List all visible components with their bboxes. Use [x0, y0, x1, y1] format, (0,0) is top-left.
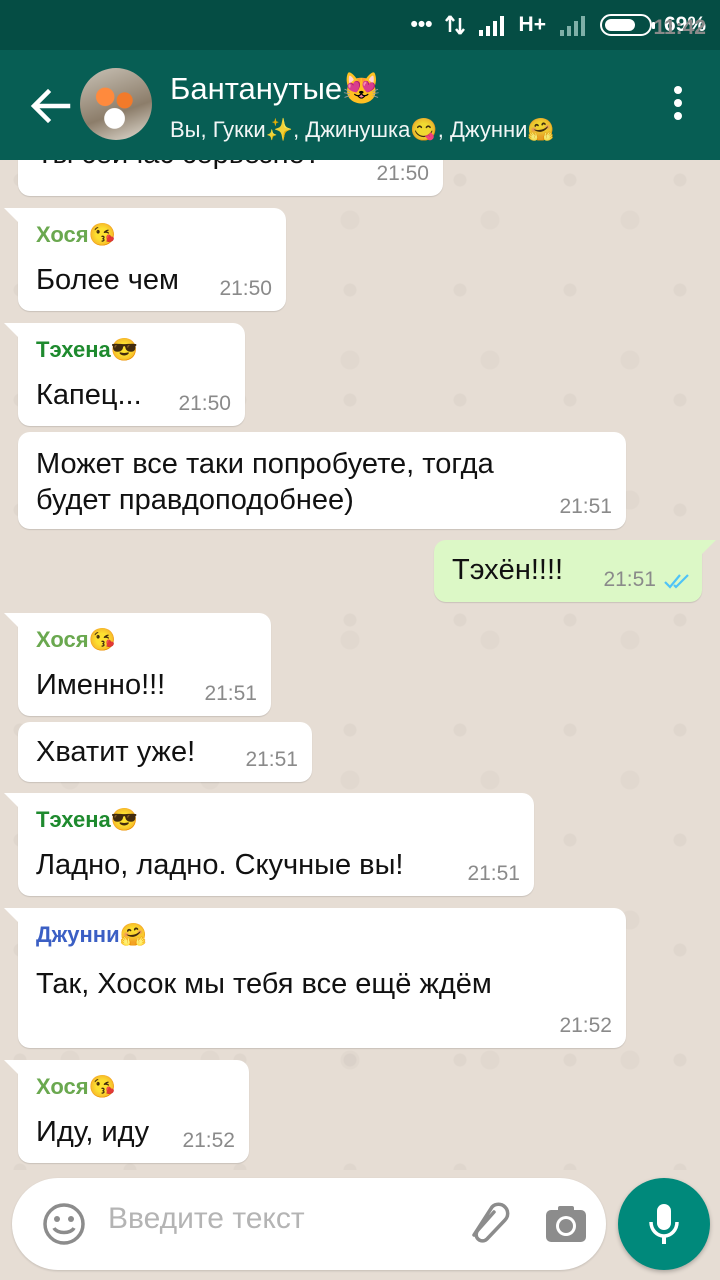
group-avatar[interactable] — [80, 68, 152, 140]
sender-name: Хося😘 — [36, 222, 116, 247]
chat-header: Бантанутые😻 Вы, Гукки✨, Джинушка😋, Джунн… — [0, 50, 720, 160]
message-time: 21:50 — [376, 162, 429, 185]
battery-icon — [599, 14, 655, 36]
message-bubble[interactable]: Ты сейчас серьезно? 21:50 — [18, 160, 443, 196]
message-bubble[interactable]: Хватит уже! 21:51 — [18, 722, 312, 782]
message-time: 21:50 — [219, 277, 272, 300]
message-composer[interactable]: Введите текст — [12, 1178, 606, 1270]
emoji-icon[interactable] — [40, 1200, 88, 1248]
message-time: 21:52 — [559, 1014, 612, 1037]
sender-name: Хося😘 — [36, 627, 116, 652]
back-arrow-icon[interactable] — [28, 84, 72, 128]
message-time: 21:51 — [559, 495, 612, 518]
message-text: Тэхён!!!! — [452, 554, 564, 586]
network-type: H+ — [518, 13, 546, 36]
message-text: Иду, иду — [36, 1116, 150, 1148]
more-vert-icon[interactable] — [672, 86, 684, 126]
message-bubble[interactable]: Хося😘 Более чем 21:50 — [4, 208, 286, 311]
message-time: 21:51 — [603, 568, 656, 591]
message-time: 21:51 — [245, 748, 298, 771]
message-text: Хватит уже! — [36, 736, 196, 768]
chat-title[interactable]: Бантанутые😻 — [170, 70, 381, 107]
mic-button[interactable] — [618, 1178, 710, 1270]
message-bubble[interactable]: Хося😘 Иду, иду 21:52 — [4, 1060, 249, 1163]
message-bubble[interactable]: Хося😘 Именно!!! 21:51 — [4, 613, 271, 716]
message-bubble[interactable]: Тэхена😎 Капец... 21:50 — [4, 323, 245, 426]
message-text: Ладно, ладно. Скучные вы! — [36, 849, 404, 881]
sender-name: Джунни🤗 — [36, 922, 147, 947]
data-transfer-icon — [444, 15, 465, 35]
mic-icon — [649, 1204, 679, 1244]
message-input[interactable]: Введите текст — [108, 1202, 305, 1236]
message-text: Так, Хосок мы тебя все ещё ждём — [36, 968, 492, 1000]
message-text: Именно!!! — [36, 669, 166, 701]
sender-name: Тэхена😎 — [36, 337, 139, 362]
dots-icon: ••• — [410, 13, 433, 36]
read-ticks-icon — [664, 574, 689, 589]
signal-icon — [478, 16, 504, 36]
message-text: Ты сейчас серьезно? — [36, 160, 321, 172]
paperclip-icon[interactable] — [464, 1200, 512, 1248]
message-text: Может все таки попробуете, тогда — [36, 448, 494, 480]
message-bubble[interactable]: Может все таки попробуете, тогда будет п… — [18, 432, 626, 529]
status-bar: 11:42 ••• H+ 69% — [0, 0, 720, 50]
message-list[interactable]: Ты сейчас серьезно? 21:50 Хося😘 Более че… — [0, 160, 720, 1170]
message-bubble[interactable]: Джунни🤗 Так, Хосок мы тебя все ещё ждём … — [4, 908, 626, 1048]
message-text: Капец... — [36, 379, 142, 411]
signal-weak-icon — [559, 16, 585, 36]
message-time: 21:52 — [182, 1129, 235, 1152]
message-bubble[interactable]: Тэхена😎 Ладно, ладно. Скучные вы! 21:51 — [4, 793, 534, 896]
message-time: 21:51 — [204, 682, 257, 705]
message-time: 21:51 — [467, 862, 520, 885]
message-text: будет правдоподобнее) — [36, 484, 354, 516]
message-text: Более чем — [36, 264, 179, 296]
sender-name: Хося😘 — [36, 1074, 116, 1099]
message-bubble-outgoing[interactable]: Тэхён!!!! 21:51 — [434, 540, 716, 602]
sender-name: Тэхена😎 — [36, 807, 139, 832]
chat-subtitle[interactable]: Вы, Гукки✨, Джинушка😋, Джунни🤗 — [170, 117, 555, 143]
status-time: 11:42 — [653, 16, 706, 39]
camera-icon[interactable] — [542, 1200, 590, 1248]
message-time: 21:50 — [178, 392, 231, 415]
